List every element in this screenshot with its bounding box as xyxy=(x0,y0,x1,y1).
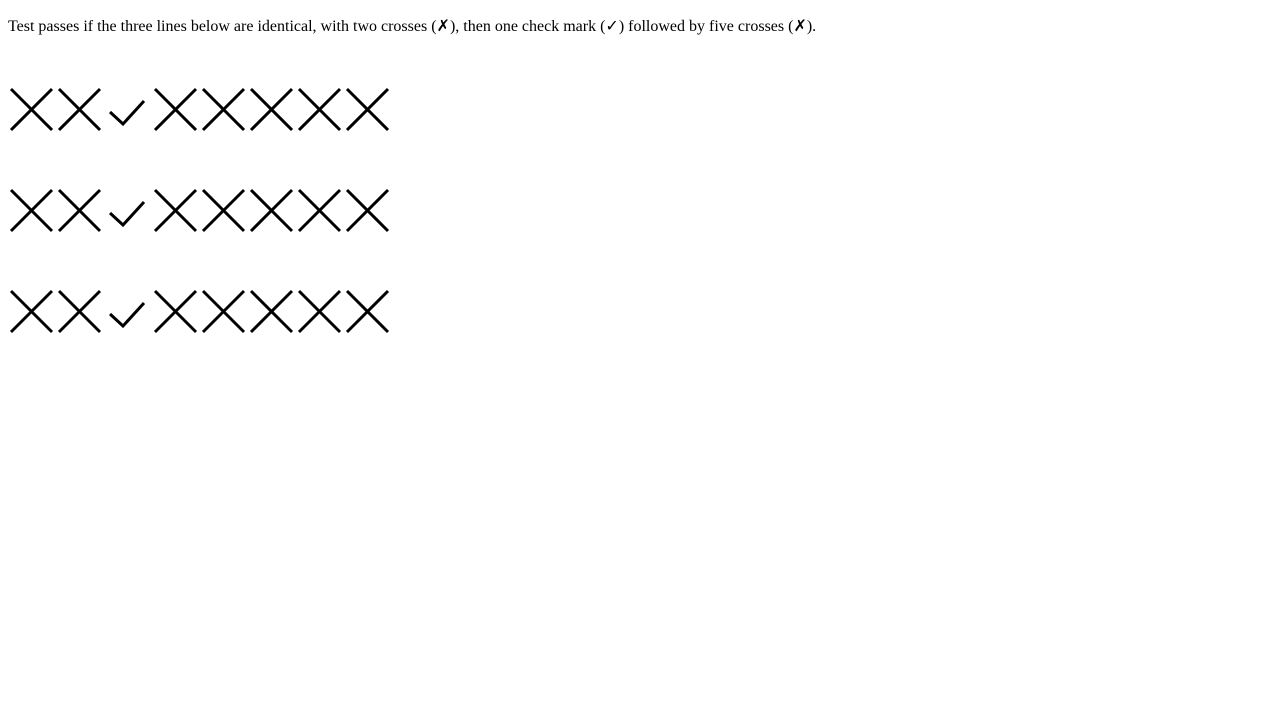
check-icon xyxy=(108,99,146,127)
cross-icon xyxy=(201,289,246,334)
symbol-row-canvas xyxy=(9,188,390,233)
cross-icon xyxy=(153,188,198,233)
symbol-row xyxy=(0,282,400,342)
symbol-row xyxy=(0,181,400,241)
cross-icon xyxy=(9,87,54,132)
cross-icon xyxy=(345,289,390,334)
cross-icon xyxy=(57,289,102,334)
symbol-row-canvas xyxy=(9,87,390,132)
check-icon xyxy=(108,301,146,329)
cross-icon xyxy=(201,87,246,132)
cross-icon xyxy=(297,188,342,233)
cross-icon xyxy=(57,188,102,233)
cross-icon xyxy=(201,188,246,233)
cross-icon xyxy=(153,87,198,132)
cross-icon xyxy=(297,289,342,334)
cross-icon xyxy=(249,289,294,334)
cross-icon xyxy=(345,87,390,132)
cross-icon xyxy=(153,289,198,334)
cross-icon xyxy=(9,188,54,233)
symbol-row xyxy=(0,80,400,140)
cross-icon xyxy=(297,87,342,132)
cross-icon xyxy=(345,188,390,233)
symbol-row-canvas xyxy=(9,289,390,334)
cross-icon xyxy=(9,289,54,334)
cross-icon xyxy=(249,188,294,233)
check-icon xyxy=(108,200,146,228)
test-description: Test passes if the three lines below are… xyxy=(8,18,817,35)
cross-icon xyxy=(249,87,294,132)
cross-icon xyxy=(57,87,102,132)
